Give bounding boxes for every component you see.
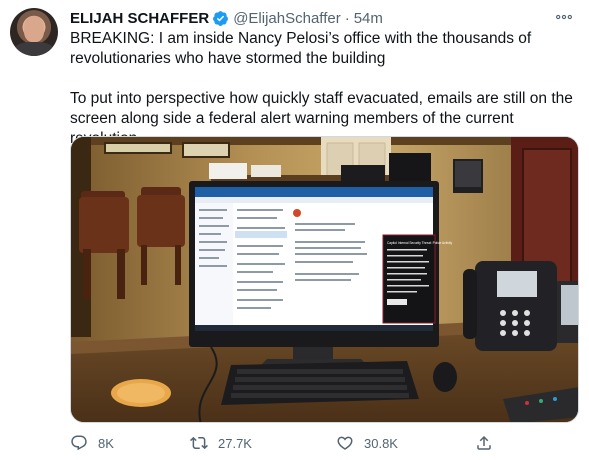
tweet-photo[interactable]: Capitol Internal Security Threat: Police… [70, 136, 579, 423]
share-button[interactable] [475, 434, 503, 452]
header-separator: · [344, 9, 350, 27]
retweet-button[interactable]: 27.7K [190, 434, 252, 452]
tweet-actions: 8K 27.7K 30.8K [70, 432, 510, 454]
author-handle[interactable]: @ElijahSchaffer [233, 10, 341, 27]
retweet-count: 27.7K [218, 435, 252, 451]
reply-count: 8K [98, 435, 114, 451]
tweet-timestamp[interactable]: 54m [354, 10, 383, 27]
retweet-icon [190, 436, 208, 450]
avatar-shirt [14, 42, 54, 56]
share-icon [477, 435, 491, 450]
office-photo: Capitol Internal Security Threat: Police… [71, 137, 578, 422]
tweet-header: ELIJAH SCHAFFER @ElijahSchaffer · 54m [70, 8, 383, 28]
more-horizontal-icon[interactable] [553, 8, 575, 26]
author-avatar[interactable] [10, 8, 58, 56]
alert-popup-title: Capitol Internal Security Threat: Police… [387, 241, 453, 245]
like-count: 30.8K [364, 435, 398, 451]
heart-icon [337, 436, 353, 450]
avatar-face [24, 16, 44, 42]
tweet-text: BREAKING: I am inside Nancy Pelosi’s off… [70, 29, 580, 149]
reply-icon [71, 435, 87, 451]
author-name[interactable]: ELIJAH SCHAFFER [70, 10, 209, 27]
verified-badge-icon [212, 10, 229, 27]
like-button[interactable]: 30.8K [336, 434, 398, 452]
tweet-paragraph-1: BREAKING: I am inside Nancy Pelosi’s off… [70, 30, 532, 67]
reply-button[interactable]: 8K [70, 434, 114, 452]
